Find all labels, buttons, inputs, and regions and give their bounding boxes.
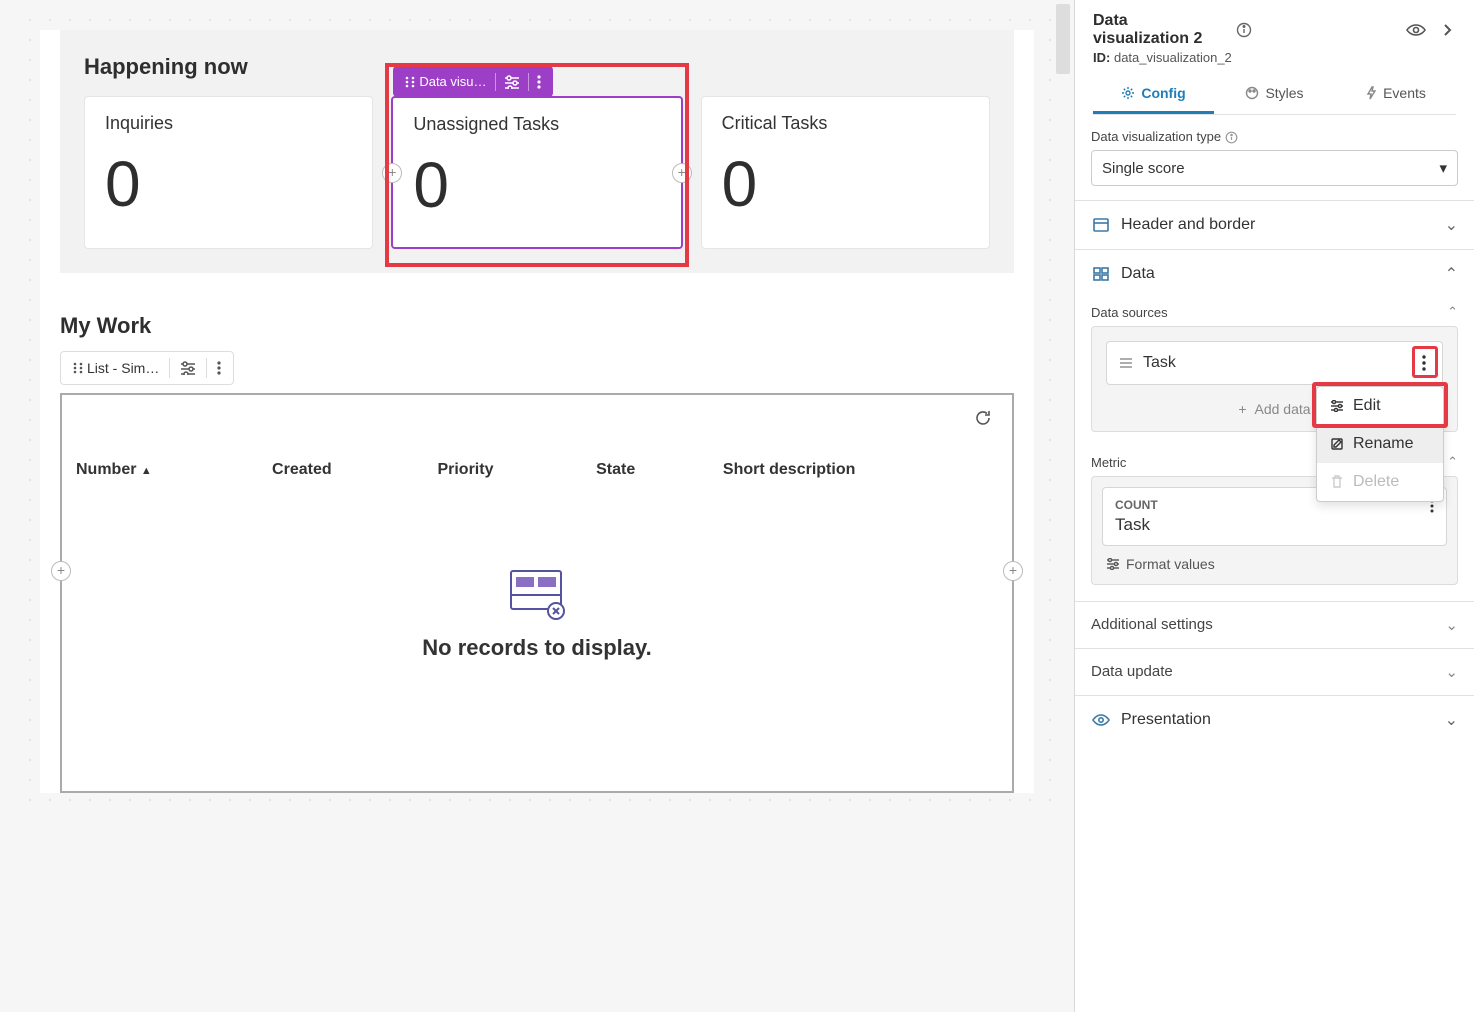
metric-name: Task <box>1115 515 1434 535</box>
col-priority[interactable]: Priority <box>423 445 582 495</box>
col-short-description[interactable]: Short description <box>709 445 1012 495</box>
add-right-button[interactable]: + <box>672 163 692 183</box>
menu-item-edit[interactable]: Edit <box>1317 387 1443 425</box>
layout-icon <box>1091 216 1111 234</box>
info-icon[interactable] <box>1232 19 1256 41</box>
info-icon[interactable] <box>1225 129 1238 143</box>
caret-down-icon: ▾ <box>1439 159 1447 177</box>
acc-data-update[interactable]: Data update ⌄ <box>1075 649 1474 695</box>
card-title: Critical Tasks <box>722 113 969 134</box>
eye-icon <box>1091 711 1111 729</box>
lightning-icon <box>1365 86 1377 100</box>
section-title: My Work <box>60 313 1034 339</box>
sort-asc-icon: ▲ <box>141 465 152 477</box>
add-right-button[interactable]: + <box>1003 561 1023 581</box>
component-toolbar[interactable]: Data visu… <box>393 66 552 97</box>
sliders-icon <box>1106 558 1120 570</box>
tab-config[interactable]: Config <box>1093 75 1214 114</box>
data-table: Number ▲ Created Priority State Short de… <box>62 445 1012 495</box>
gear-icon <box>1121 86 1135 100</box>
col-created[interactable]: Created <box>258 445 423 495</box>
chevron-down-icon: ⌄ <box>1445 710 1458 730</box>
card-title: Inquiries <box>105 113 352 134</box>
card-unassigned-tasks[interactable]: Data visu… + <box>391 96 682 249</box>
sliders-icon <box>1329 397 1345 415</box>
empty-illustration-icon <box>508 565 566 615</box>
settings-icon[interactable] <box>498 71 526 93</box>
settings-icon[interactable] <box>172 357 204 379</box>
list-container[interactable]: + + Number ▲ Created Priority <box>60 393 1014 793</box>
toolbar-label: Data visu… <box>419 74 486 89</box>
section-happening-now: Happening now Inquiries 0 <box>60 30 1014 273</box>
page-builder-canvas[interactable]: Happening now Inquiries 0 <box>0 0 1074 1012</box>
trash-icon <box>1329 473 1345 491</box>
context-menu: Edit Rename <box>1316 386 1444 502</box>
metric-label: Metric <box>1091 455 1126 470</box>
viz-type-select[interactable]: Single score ▾ <box>1091 150 1458 186</box>
list-component-toolbar[interactable]: List - Sim… <box>60 351 234 385</box>
chevron-down-icon: ⌄ <box>1445 616 1458 634</box>
kebab-menu-icon[interactable] <box>209 357 229 379</box>
chevron-up-icon: ⌃ <box>1445 264 1458 284</box>
chevron-right-icon[interactable] <box>1438 19 1456 41</box>
data-icon <box>1091 265 1111 283</box>
edit-icon <box>1329 435 1345 453</box>
col-number[interactable]: Number ▲ <box>62 445 258 495</box>
format-values-button[interactable]: Format values <box>1102 546 1447 574</box>
empty-state: No records to display. <box>62 495 1012 731</box>
chevron-down-icon: ⌄ <box>1445 663 1458 681</box>
panel-title: Data visualization 2 <box>1093 12 1224 48</box>
section-my-work: My Work List - Sim… <box>40 313 1034 793</box>
card-inquiries[interactable]: Inquiries 0 <box>84 96 373 249</box>
panel-id: ID: data_visualization_2 <box>1093 50 1456 65</box>
drag-handle-icon[interactable]: Data visu… <box>399 70 492 93</box>
drag-handle-icon[interactable]: List - Sim… <box>65 356 167 380</box>
card-value: 0 <box>105 152 352 216</box>
data-sources-label: Data sources <box>1091 305 1168 320</box>
right-config-panel: Data visualization 2 ID: data_visualizat… <box>1074 0 1474 1012</box>
menu-item-rename[interactable]: Rename <box>1317 425 1443 463</box>
scrollbar[interactable] <box>1056 4 1070 74</box>
chevron-up-icon[interactable]: ⌃ <box>1447 454 1458 470</box>
visibility-icon[interactable] <box>1402 19 1430 41</box>
data-sources-box: Task Edit <box>1091 326 1458 432</box>
kebab-menu-icon[interactable] <box>1418 352 1430 374</box>
add-left-button[interactable]: + <box>382 163 402 183</box>
card-critical-tasks[interactable]: Critical Tasks 0 <box>701 96 990 249</box>
empty-message: No records to display. <box>62 635 1012 661</box>
tab-styles[interactable]: Styles <box>1214 75 1335 114</box>
acc-presentation[interactable]: Presentation ⌄ <box>1075 696 1474 744</box>
palette-icon <box>1245 86 1259 100</box>
acc-header-border[interactable]: Header and border ⌄ <box>1075 201 1474 249</box>
metric-agg: COUNT <box>1115 498 1158 512</box>
card-value: 0 <box>722 152 969 216</box>
acc-additional-settings[interactable]: Additional settings ⌄ <box>1075 602 1474 648</box>
chevron-down-icon: ⌄ <box>1445 215 1458 235</box>
card-title: Unassigned Tasks <box>413 114 660 135</box>
kebab-menu-icon[interactable] <box>531 71 547 93</box>
chevron-up-icon[interactable]: ⌃ <box>1447 304 1458 320</box>
menu-item-delete: Delete <box>1317 463 1443 501</box>
card-value: 0 <box>413 153 660 217</box>
col-state[interactable]: State <box>582 445 709 495</box>
data-source-item-task[interactable]: Task Edit <box>1106 341 1443 385</box>
list-icon <box>1119 354 1133 372</box>
acc-data[interactable]: Data ⌃ <box>1075 250 1474 298</box>
viz-type-label: Data visualization type <box>1091 129 1458 144</box>
refresh-icon[interactable] <box>974 409 992 427</box>
toolbar-label: List - Sim… <box>87 360 159 376</box>
tab-events[interactable]: Events <box>1335 75 1456 114</box>
table-header-row: Number ▲ Created Priority State Short de… <box>62 445 1012 495</box>
